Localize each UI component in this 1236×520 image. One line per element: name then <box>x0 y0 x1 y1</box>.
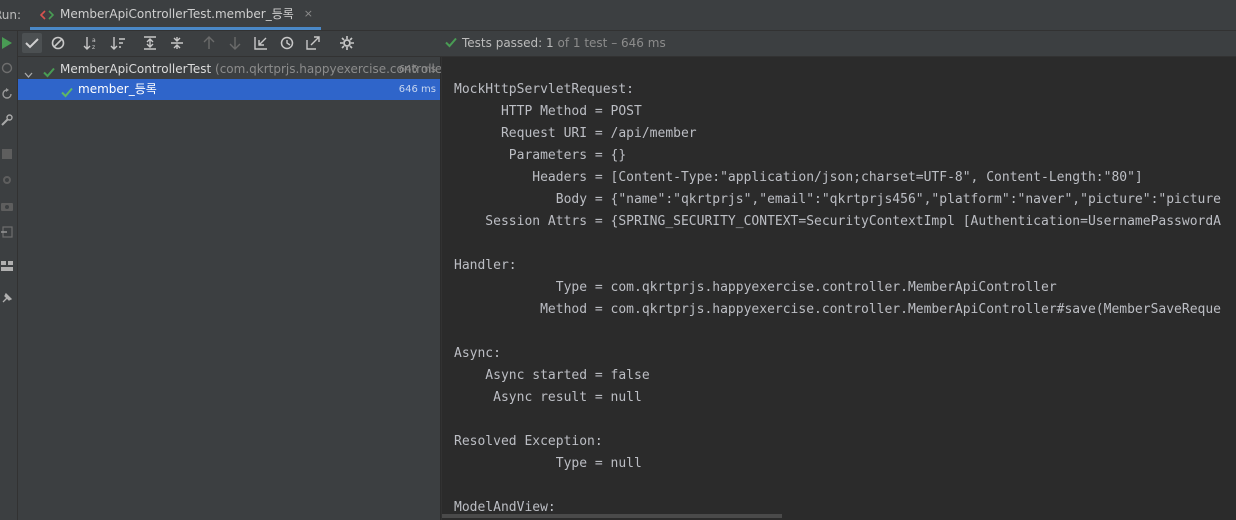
passed-check-icon <box>61 84 73 105</box>
console-line: Method = com.qkrtprjs.happyexercise.cont… <box>454 302 1222 317</box>
console-line: Async result = null <box>454 390 642 405</box>
console-line: Type = null <box>454 456 642 471</box>
rerun-failed-icon[interactable] <box>0 87 14 101</box>
console-line: MockHttpServletRequest: <box>454 82 635 97</box>
show-passed-toggle[interactable] <box>22 33 42 53</box>
sort-alpha-icon: az <box>83 37 96 50</box>
arrow-down-icon <box>229 37 241 50</box>
import-tests-button[interactable] <box>251 33 271 53</box>
sort-alpha-button[interactable]: az <box>81 33 101 53</box>
test-tree: MemberApiControllerTest (com.qkrtprjs.ha… <box>18 57 442 520</box>
test-run-icon <box>39 7 55 21</box>
arrow-up-icon <box>203 36 215 49</box>
export-results-button[interactable] <box>303 33 323 53</box>
left-toolbar <box>0 31 18 520</box>
console-line: Async started = false <box>454 368 650 383</box>
expand-all-button[interactable] <box>140 33 160 53</box>
collapse-icon <box>171 37 183 49</box>
tree-child-label: member_등록 <box>78 82 157 96</box>
tree-row-member-register[interactable]: member_등록 646 ms <box>18 79 440 100</box>
sort-duration-icon <box>110 37 125 50</box>
status-text: Tests passed: 1 of 1 test – 646 ms <box>462 36 666 50</box>
run-tab-title: MemberApiControllerTest.member_등록 <box>60 7 294 21</box>
test-history-button[interactable] <box>277 33 297 53</box>
test-status-bar: Tests passed: 1 of 1 test – 646 ms <box>440 31 1236 57</box>
run-label: Run: <box>0 8 22 22</box>
rerun-icon[interactable] <box>0 36 14 50</box>
tree-row-root[interactable]: MemberApiControllerTest (com.qkrtprjs.ha… <box>18 59 442 80</box>
console-line: Type = com.qkrtprjs.happyexercise.contro… <box>454 280 1057 295</box>
console-line: Request URI = /api/member <box>454 126 697 141</box>
console-line: Session Attrs = {SPRING_SECURITY_CONTEXT… <box>454 214 1222 229</box>
svg-text:a: a <box>92 37 96 44</box>
passed-check-icon <box>445 37 457 51</box>
layout-icon[interactable] <box>0 259 14 273</box>
exit-icon[interactable] <box>0 225 14 239</box>
debug-icon[interactable] <box>0 61 14 75</box>
console-output[interactable]: MockHttpServletRequest: HTTP Method = PO… <box>441 57 1236 520</box>
export-icon <box>306 36 320 50</box>
import-icon <box>254 37 267 50</box>
history-icon <box>280 36 294 50</box>
console-line: Body = {"name":"qkrtprjs","email":"qkrtp… <box>454 192 1222 207</box>
test-settings-button[interactable] <box>337 33 357 53</box>
tree-child-duration: 646 ms <box>398 84 436 95</box>
settings-icon[interactable] <box>0 173 14 187</box>
horizontal-scrollbar[interactable] <box>442 514 782 518</box>
svg-text:z: z <box>92 44 95 50</box>
prev-failed-button[interactable] <box>199 33 219 53</box>
passed-count: 1 <box>546 36 554 50</box>
run-tab-bar: Run: MemberApiControllerTest.member_등록 × <box>0 0 1236 31</box>
console-line: Headers = [Content-Type:"application/jso… <box>454 170 1143 185</box>
console-line: HTTP Method = POST <box>454 104 642 119</box>
pin-icon[interactable] <box>0 291 14 305</box>
console-line: Parameters = {} <box>454 148 627 163</box>
stop-icon[interactable] <box>0 147 14 161</box>
next-failed-button[interactable] <box>225 33 245 53</box>
collapse-all-button[interactable] <box>167 33 187 53</box>
total-duration: – 646 ms <box>611 36 666 50</box>
test-tree-toolbar: az <box>18 31 440 57</box>
console-line: Handler: <box>454 258 517 273</box>
show-ignored-toggle[interactable] <box>48 33 68 53</box>
run-tab[interactable]: MemberApiControllerTest.member_등록 × <box>30 0 321 30</box>
check-icon <box>25 38 39 49</box>
sort-duration-button[interactable] <box>108 33 128 53</box>
total-count: of 1 test <box>557 36 608 50</box>
expand-icon <box>144 36 156 50</box>
console-line: Async: <box>454 346 501 361</box>
tree-root-duration: 646 ms <box>398 64 436 75</box>
test-class-name: MemberApiControllerTest <box>60 62 212 76</box>
ignore-icon <box>51 36 65 50</box>
gear-icon <box>340 36 354 50</box>
close-icon[interactable]: × <box>304 7 313 20</box>
tree-root-label: MemberApiControllerTest (com.qkrtprjs.ha… <box>60 59 442 80</box>
console-line: Resolved Exception: <box>454 434 603 449</box>
camera-icon[interactable] <box>0 199 14 213</box>
passed-label: Tests passed: <box>462 36 543 50</box>
wrench-icon[interactable] <box>0 113 14 127</box>
